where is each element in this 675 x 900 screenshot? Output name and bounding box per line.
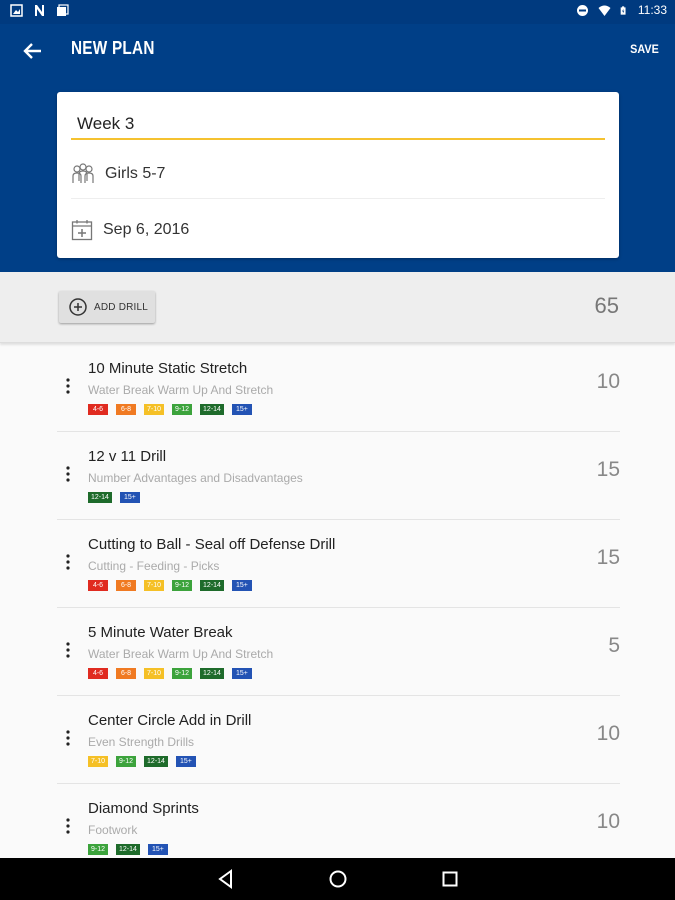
drill-name: Center Circle Add in Drill (88, 712, 252, 729)
drill-name: Cutting to Ball - Seal off Defense Drill (88, 536, 336, 553)
more-options-icon[interactable] (65, 642, 71, 658)
drill-category: Water Break Warm Up And Stretch (88, 383, 274, 397)
age-tags: 7-10 9-12 12-14 15+ (88, 756, 196, 767)
age-tag: 6-8 (116, 580, 136, 591)
age-tag: 9-12 (172, 668, 193, 679)
age-tag: 15+ (231, 580, 252, 591)
age-tag: 12-14 (144, 756, 168, 767)
add-drill-bar: ADD DRILL 65 (0, 272, 675, 343)
age-tag: 15+ (175, 756, 196, 767)
status-bar: 11:33 (0, 0, 675, 24)
date-selector[interactable]: Sep 6, 2016 (71, 206, 605, 254)
age-tag: 12-14 (116, 844, 140, 855)
add-drill-button[interactable]: ADD DRILL (59, 291, 155, 323)
age-tag: 9-12 (172, 580, 193, 591)
app-bar: NEW PLAN SAVE Week 3 Girls 5-7 Sep 6, 20… (0, 24, 675, 272)
age-tag: 9-12 (116, 756, 137, 767)
calendar-add-icon (71, 220, 93, 241)
plan-details-card: Week 3 Girls 5-7 Sep 6, 2016 (57, 92, 619, 258)
more-options-icon[interactable] (65, 378, 71, 394)
age-tags: 4-6 6-8 7-10 9-12 12-14 15+ (88, 668, 252, 679)
age-tags: 12-14 15+ (88, 492, 140, 503)
drill-list-item[interactable]: 10 Minute Static Stretch Water Break Warm… (57, 344, 620, 432)
drill-list: 10 Minute Static Stretch Water Break Warm… (0, 344, 675, 858)
drill-category: Water Break Warm Up And Stretch (88, 647, 274, 661)
back-nav-icon[interactable] (215, 868, 237, 890)
team-selector[interactable]: Girls 5-7 (71, 150, 605, 199)
age-tag: 12-14 (200, 668, 224, 679)
drill-name: Diamond Sprints (88, 800, 199, 817)
do-not-disturb-icon (576, 4, 588, 16)
navigation-bar (0, 858, 675, 900)
drill-list-item[interactable]: 5 Minute Water Break Water Break Warm Up … (57, 608, 620, 696)
drill-minutes: 15 (596, 458, 620, 481)
more-options-icon[interactable] (65, 730, 71, 746)
drill-category: Number Advantages and Disadvantages (88, 471, 303, 485)
age-tag: 4-6 (88, 580, 108, 591)
drill-category: Even Strength Drills (88, 735, 195, 749)
drill-minutes: 10 (596, 370, 620, 393)
team-label: Girls 5-7 (105, 165, 166, 182)
drill-minutes: 5 (608, 634, 620, 657)
age-tag: 7-10 (144, 668, 165, 679)
more-options-icon[interactable] (65, 818, 71, 834)
add-circle-icon (69, 298, 87, 316)
age-tag: 7-10 (144, 404, 165, 415)
age-tag: 6-8 (116, 668, 136, 679)
more-options-icon[interactable] (65, 466, 71, 482)
drill-list-item[interactable]: Center Circle Add in Drill Even Strength … (57, 696, 620, 784)
drill-list-item[interactable]: Cutting to Ball - Seal off Defense Drill… (57, 520, 620, 608)
age-tags: 4-6 6-8 7-10 9-12 12-14 15+ (88, 404, 252, 415)
drill-minutes: 15 (596, 546, 620, 569)
copy-notification-icon (57, 4, 69, 16)
team-icon (72, 163, 94, 183)
drill-minutes: 10 (596, 810, 620, 833)
age-tag: 15+ (231, 668, 252, 679)
age-tag: 4-6 (88, 668, 108, 679)
plan-name-input[interactable]: Week 3 (71, 114, 605, 140)
age-tag: 15+ (119, 492, 140, 503)
total-minutes: 65 (594, 293, 619, 318)
more-options-icon[interactable] (65, 554, 71, 570)
age-tag: 12-14 (200, 580, 224, 591)
age-tag: 15+ (231, 404, 252, 415)
home-nav-icon[interactable] (327, 868, 349, 890)
recents-nav-icon[interactable] (439, 868, 461, 890)
drill-list-item[interactable]: Diamond Sprints Footwork 9-12 12-14 15+ 10 (57, 784, 620, 858)
age-tag: 15+ (147, 844, 168, 855)
age-tags: 4-6 6-8 7-10 9-12 12-14 15+ (88, 580, 252, 591)
age-tag: 9-12 (88, 844, 109, 855)
drill-category: Footwork (88, 823, 138, 837)
n-notification-icon (35, 5, 44, 16)
age-tag: 12-14 (88, 492, 112, 503)
page-title: NEW PLAN (71, 38, 155, 58)
age-tag: 9-12 (172, 404, 193, 415)
drill-minutes: 10 (596, 722, 620, 745)
age-tags: 9-12 12-14 15+ (88, 844, 168, 855)
add-drill-label: ADD DRILL (94, 301, 149, 313)
age-tag: 12-14 (200, 404, 224, 415)
drill-category: Cutting - Feeding - Picks (88, 559, 220, 573)
drill-name: 10 Minute Static Stretch (88, 360, 248, 377)
age-tag: 7-10 (88, 756, 109, 767)
drill-name: 12 v 11 Drill (88, 448, 167, 465)
age-tag: 4-6 (88, 404, 108, 415)
age-tag: 7-10 (144, 580, 165, 591)
age-tag: 6-8 (116, 404, 136, 415)
date-label: Sep 6, 2016 (103, 221, 190, 238)
back-arrow-icon[interactable] (20, 38, 46, 64)
wifi-icon (598, 5, 611, 16)
save-button[interactable]: SAVE (630, 42, 659, 56)
drill-list-item[interactable]: 12 v 11 Drill Number Advantages and Disad… (57, 432, 620, 520)
drill-name: 5 Minute Water Break (88, 624, 233, 641)
gallery-notification-icon (10, 4, 23, 17)
battery-icon (620, 5, 626, 15)
status-time: 11:33 (637, 3, 667, 17)
